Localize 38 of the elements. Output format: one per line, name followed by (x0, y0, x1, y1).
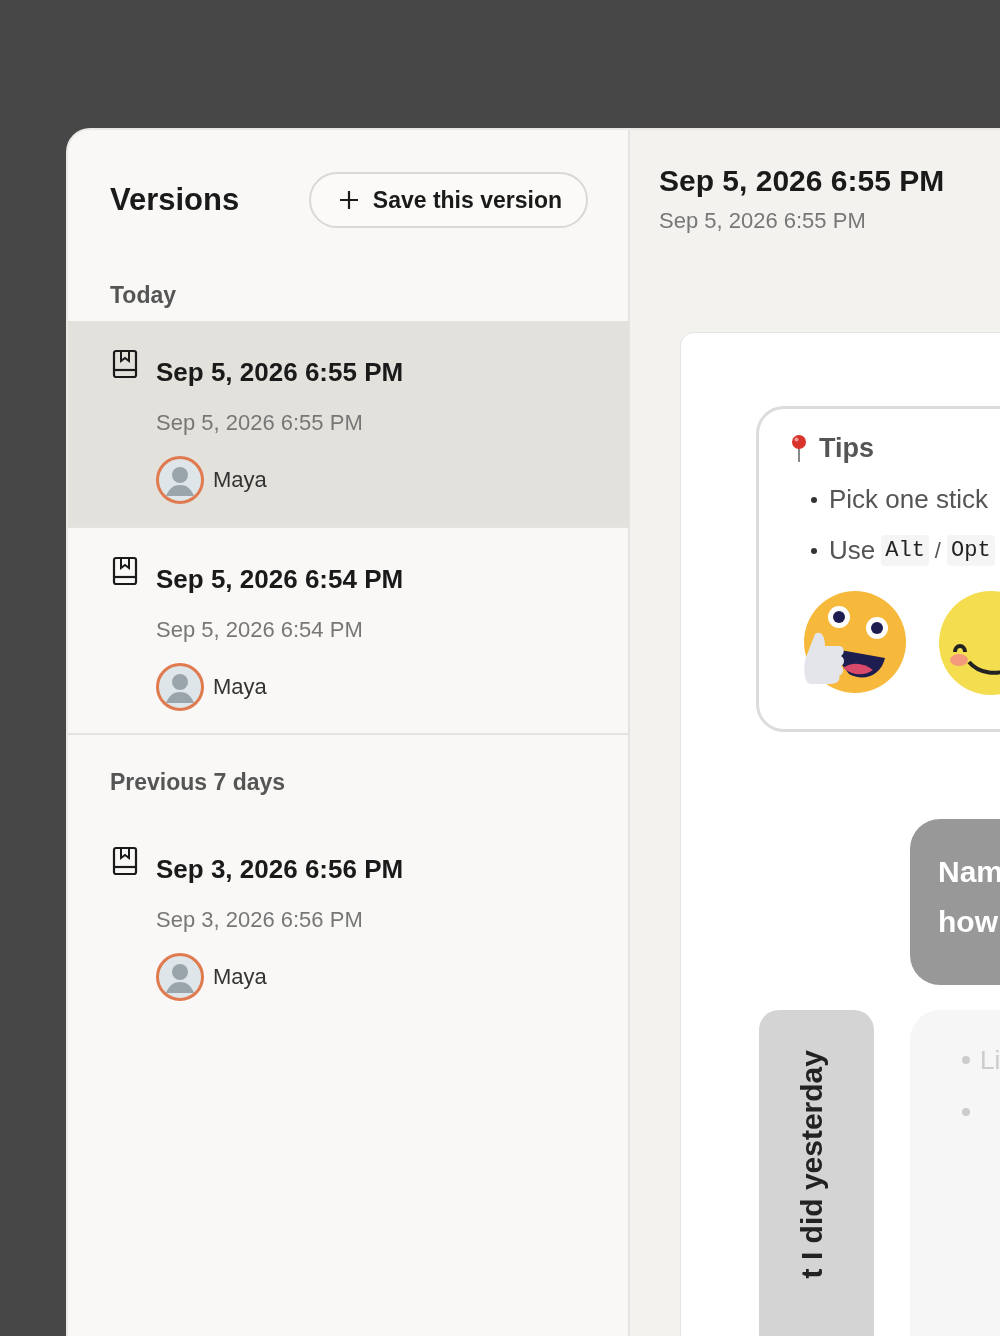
pushpin-icon (789, 433, 809, 464)
bullet-icon (811, 496, 817, 503)
version-title: Sep 5, 2026 6:55 PM (156, 357, 404, 388)
sticky-text: t I did yesterday (795, 1050, 829, 1279)
save-version-button[interactable]: Save this version (308, 172, 588, 228)
tip-text: Pick one stick (829, 484, 988, 515)
group-label: Today (109, 281, 178, 310)
bullet-icon (962, 1108, 970, 1116)
bookmark-book-icon (112, 556, 138, 586)
bullet-icon (962, 1056, 970, 1064)
tip-text: Use (829, 535, 876, 566)
separator-text: / (934, 537, 941, 564)
bullet-icon (811, 547, 817, 554)
panel-title: Versions (110, 182, 240, 218)
smiling-emoji-icon (939, 590, 1000, 696)
tips-title: Tips (819, 433, 874, 464)
avatar-icon (156, 456, 204, 504)
key-label: Alt (881, 535, 929, 566)
version-title: Sep 5, 2026 6:54 PM (156, 564, 404, 595)
key-label: Opt (947, 535, 995, 566)
bookmark-book-icon (112, 846, 138, 876)
plus-icon (338, 190, 359, 210)
thumbs-up-emoji-icon (801, 590, 907, 696)
author-name: Maya (213, 467, 267, 493)
version-item[interactable]: Sep 5, 2026 6:55 PM Sep 5, 2026 6:55 PM Maya (68, 321, 628, 528)
group-label: Previous 7 days (109, 768, 287, 797)
version-timestamp: Sep 3, 2026 6:56 PM (156, 907, 364, 933)
sticky-text: how (938, 905, 999, 939)
version-timestamp: Sep 5, 2026 6:55 PM (156, 410, 364, 436)
version-title: Sep 3, 2026 6:56 PM (156, 854, 404, 885)
author-name: Maya (213, 674, 267, 700)
author-name: Maya (213, 964, 267, 990)
bookmark-book-icon (112, 349, 138, 379)
version-subheading: Sep 5, 2026 6:55 PM (659, 208, 867, 234)
version-timestamp: Sep 5, 2026 6:54 PM (156, 617, 364, 643)
version-heading: Sep 5, 2026 6:55 PM (659, 164, 946, 198)
avatar-icon (156, 953, 204, 1001)
avatar-icon (156, 663, 204, 711)
